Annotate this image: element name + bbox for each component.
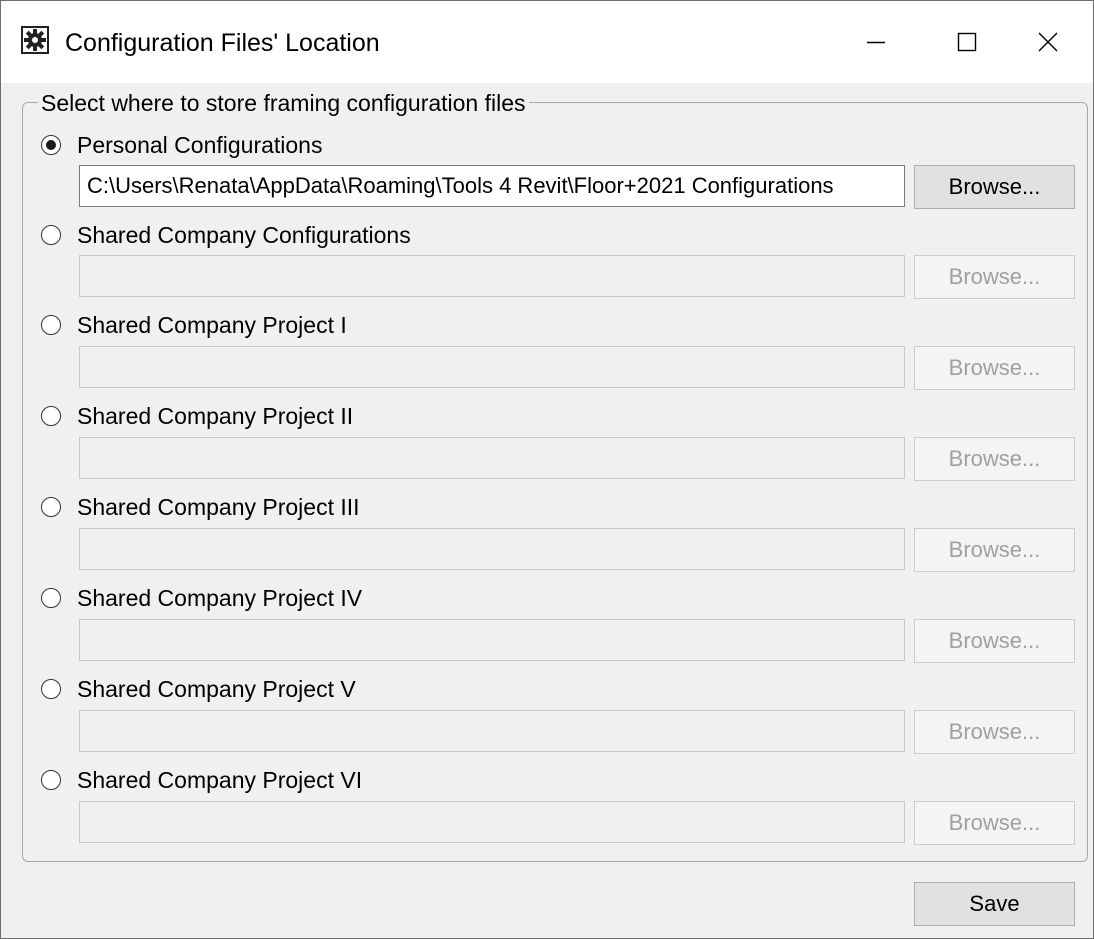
radio-label: Shared Company Project III	[77, 494, 360, 520]
radio-button[interactable]	[41, 225, 61, 245]
browse-button-shared-company-configurations[interactable]: Browse...	[914, 255, 1075, 299]
path-input-personal-configurations[interactable]	[79, 165, 905, 207]
radio-label: Shared Company Project V	[77, 676, 356, 702]
radio-button[interactable]	[41, 770, 61, 790]
radio-shared-company-project-v[interactable]: Shared Company Project V	[41, 674, 356, 704]
title-bar[interactable]: Configuration Files' Location	[1, 1, 1093, 83]
radio-button[interactable]	[41, 406, 61, 426]
radio-button[interactable]	[41, 497, 61, 517]
radio-button[interactable]	[41, 679, 61, 699]
radio-shared-company-project-ii[interactable]: Shared Company Project II	[41, 401, 353, 431]
radio-shared-company-project-iii[interactable]: Shared Company Project III	[41, 492, 360, 522]
radio-button[interactable]	[41, 588, 61, 608]
path-input-shared-company-project-v[interactable]	[79, 710, 905, 752]
browse-button-shared-company-project-iii[interactable]: Browse...	[914, 528, 1075, 572]
radio-label: Personal Configurations	[77, 132, 323, 158]
radio-shared-company-project-i[interactable]: Shared Company Project I	[41, 310, 347, 340]
minimize-button[interactable]	[831, 1, 921, 83]
path-input-shared-company-project-vi[interactable]	[79, 801, 905, 843]
radio-shared-company-configurations[interactable]: Shared Company Configurations	[41, 220, 411, 250]
browse-button-shared-company-project-vi[interactable]: Browse...	[914, 801, 1075, 845]
browse-button-shared-company-project-i[interactable]: Browse...	[914, 346, 1075, 390]
radio-personal-configurations[interactable]: Personal Configurations	[41, 130, 322, 160]
path-input-shared-company-project-ii[interactable]	[79, 437, 905, 479]
configuration-window: Configuration Files' Location Select whe…	[0, 0, 1094, 939]
radio-button[interactable]	[41, 315, 61, 335]
window-title: Configuration Files' Location	[65, 29, 380, 57]
radio-label: Shared Company Configurations	[77, 222, 411, 248]
group-legend: Select where to store framing configurat…	[38, 89, 529, 117]
minimize-icon	[867, 41, 885, 44]
radio-label: Shared Company Project VI	[77, 767, 363, 793]
close-icon	[1038, 32, 1058, 52]
gear-document-icon	[21, 26, 49, 54]
path-input-shared-company-configurations[interactable]	[79, 255, 905, 297]
radio-label: Shared Company Project II	[77, 403, 354, 429]
path-input-shared-company-project-iv[interactable]	[79, 619, 905, 661]
path-input-shared-company-project-i[interactable]	[79, 346, 905, 388]
browse-button-shared-company-project-ii[interactable]: Browse...	[914, 437, 1075, 481]
path-input-shared-company-project-iii[interactable]	[79, 528, 905, 570]
radio-shared-company-project-iv[interactable]: Shared Company Project IV	[41, 583, 362, 613]
radio-shared-company-project-vi[interactable]: Shared Company Project VI	[41, 765, 362, 795]
maximize-button[interactable]	[922, 1, 1012, 83]
browse-button-shared-company-project-iv[interactable]: Browse...	[914, 619, 1075, 663]
close-button[interactable]	[1003, 1, 1093, 83]
radio-label: Shared Company Project I	[77, 312, 347, 338]
radio-button[interactable]	[41, 135, 61, 155]
browse-button-personal-configurations[interactable]: Browse...	[914, 165, 1075, 209]
browse-button-shared-company-project-v[interactable]: Browse...	[914, 710, 1075, 754]
maximize-icon	[957, 32, 977, 52]
save-button[interactable]: Save	[914, 882, 1075, 926]
radio-label: Shared Company Project IV	[77, 585, 363, 611]
